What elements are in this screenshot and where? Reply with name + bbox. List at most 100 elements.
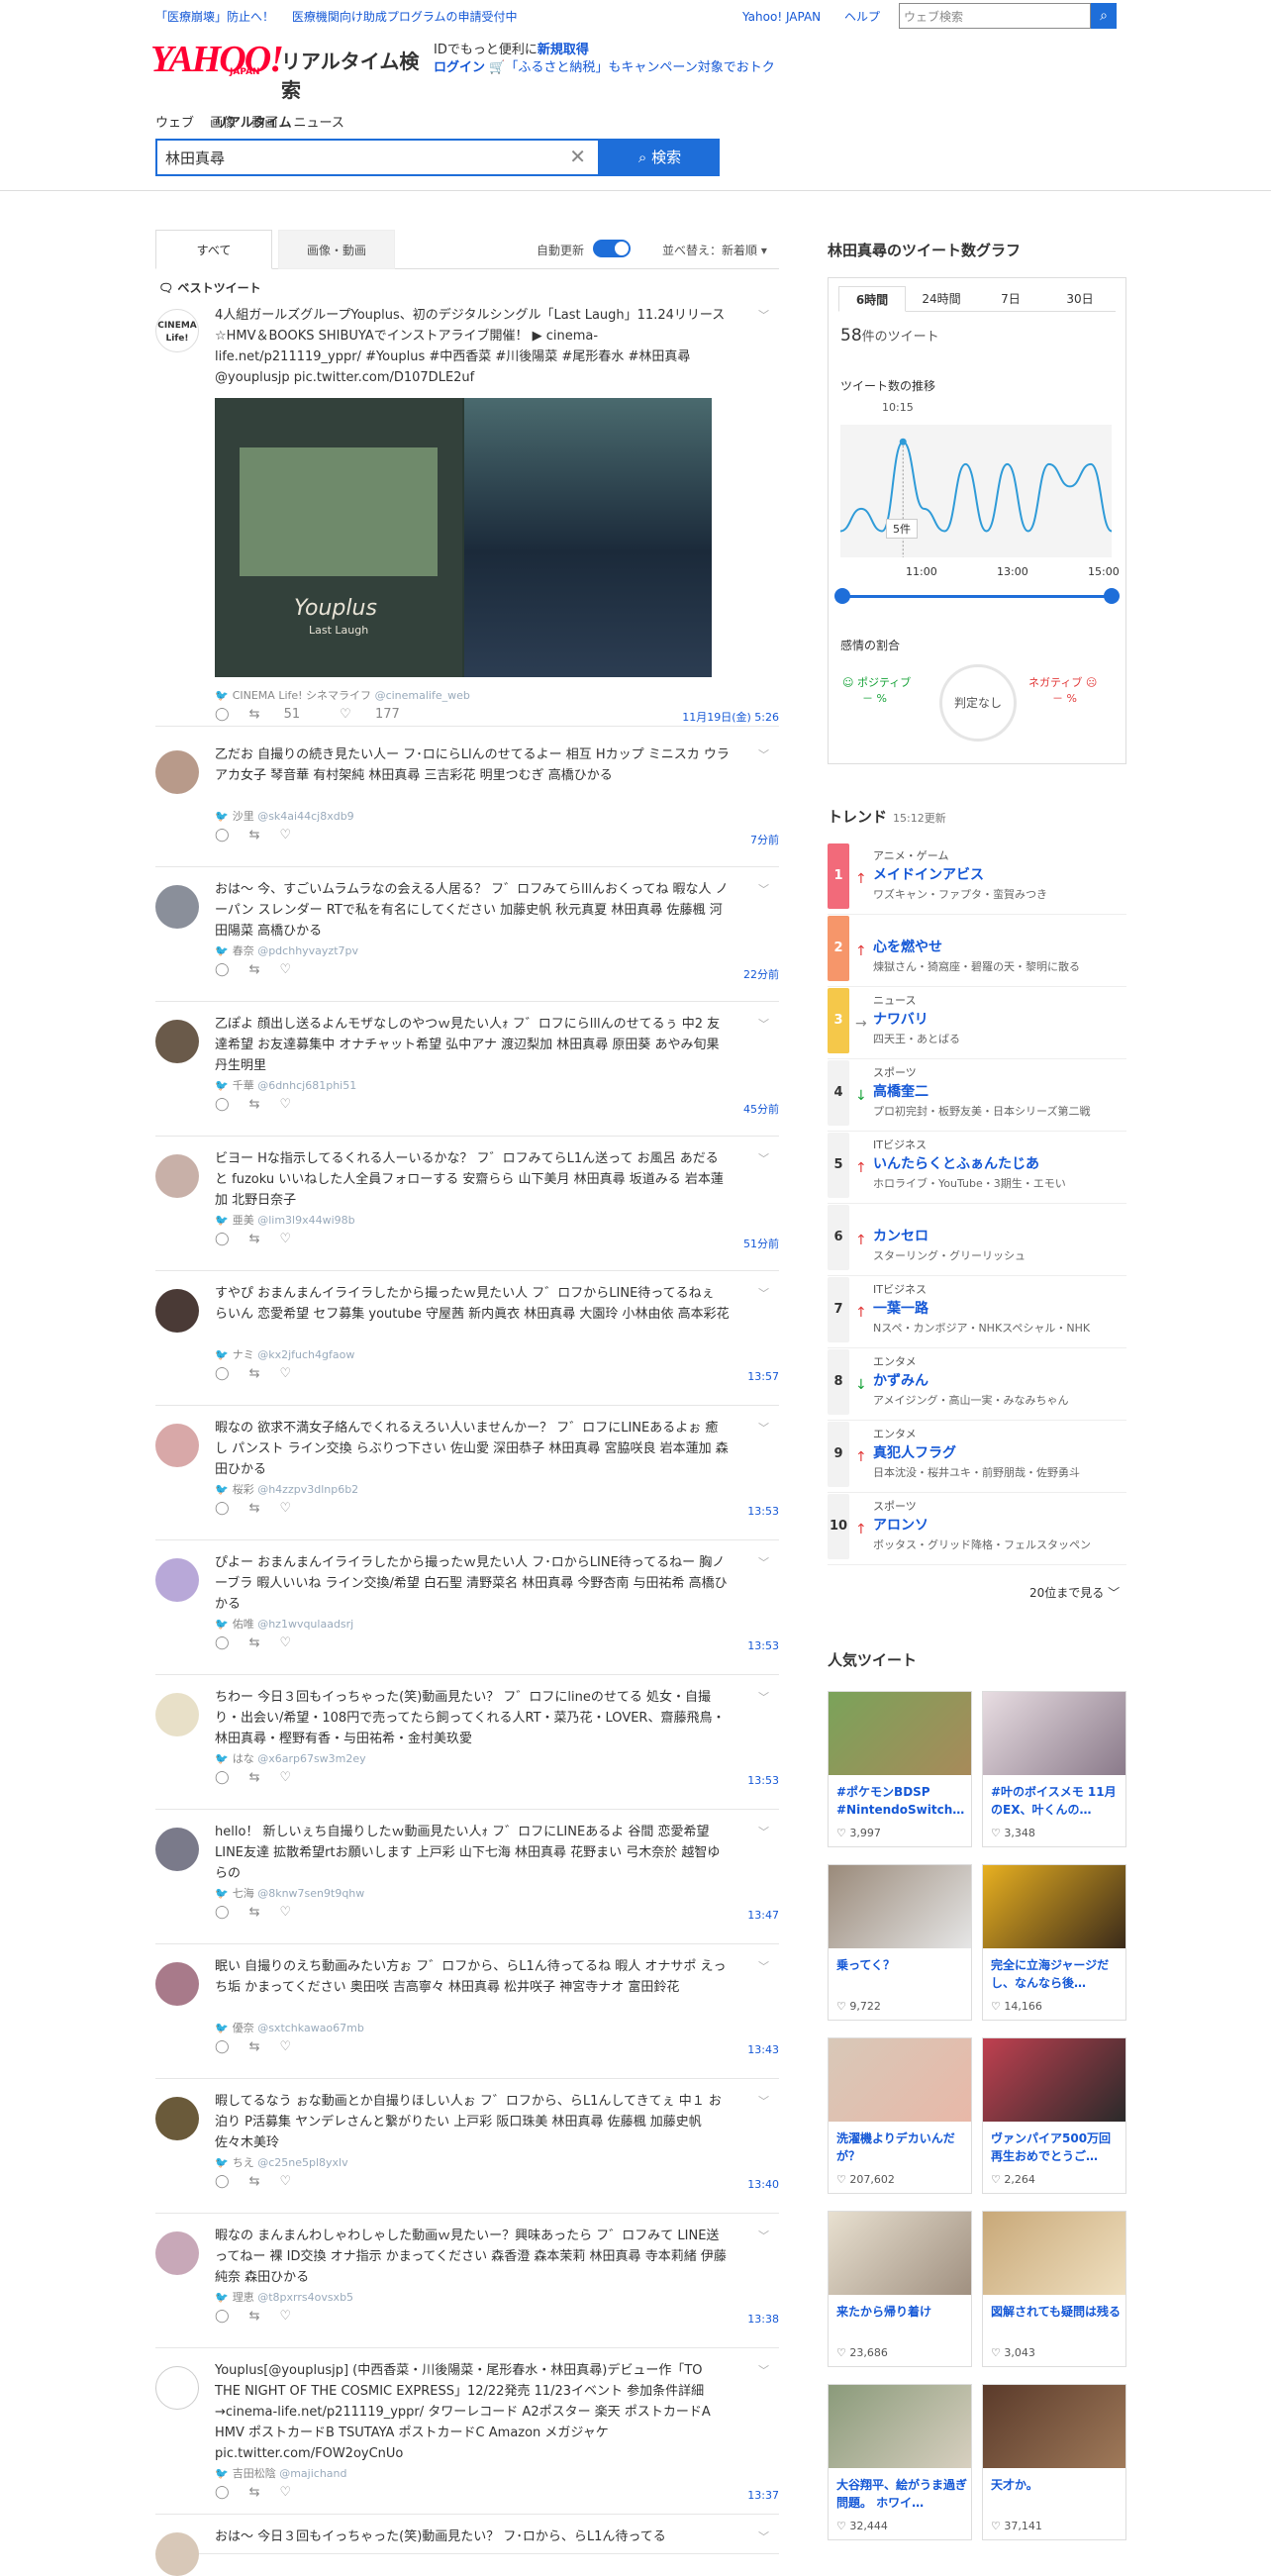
tweet-time[interactable]: 13:38	[747, 2313, 779, 2326]
heart-icon[interactable]: ♡	[279, 1635, 291, 1650]
trend-keyword[interactable]: アロンソ	[873, 1515, 929, 1535]
tab-realtime[interactable]: リアルタイム	[215, 112, 292, 131]
heart-icon[interactable]: ♡	[279, 1232, 291, 1246]
popular-tweet-card[interactable]: 洗濯機よりデカいんだが？ ♡ 207,602	[828, 2037, 972, 2194]
tweet-author[interactable]: 🐦 千華 @6dnhcj681phi51	[215, 1077, 356, 1093]
chevron-down-icon[interactable]: ﹀	[758, 2093, 769, 2109]
graph-tab-30d[interactable]: 30日	[1046, 286, 1114, 312]
reply-icon[interactable]: ◯	[215, 1635, 230, 1650]
trend-keyword[interactable]: いんたらくとふぁんたじあ	[873, 1153, 1039, 1173]
retweet-icon[interactable]: ⇆	[249, 1905, 260, 1920]
popular-tweet-card[interactable]: 図解されても疑問は残る ♡ 3,043	[982, 2211, 1126, 2367]
trend-keyword[interactable]: カンセロ	[873, 1226, 929, 1245]
more-trends-link[interactable]: 20位まで見る ﹀	[1029, 1584, 1120, 1601]
tweet-time[interactable]: 13:53	[747, 1505, 779, 1518]
sort-dropdown[interactable]: 並べ替え：新着順 ▾	[662, 242, 767, 258]
range-handle-end[interactable]	[1104, 588, 1120, 604]
trend-item[interactable]: 1 ↑ アニメ・ゲーム メイドインアビス ワズキャン・ファプタ・蛮賀みつき	[828, 843, 1126, 915]
trend-item[interactable]: 2 ↑ 心を燃やせ 煉獄さん・猗窩座・碧羅の天・黎明に散る	[828, 916, 1126, 987]
avatar[interactable]	[155, 1558, 199, 1602]
avatar[interactable]	[155, 1289, 199, 1333]
signup-link[interactable]: 新規取得	[538, 43, 589, 57]
heart-icon[interactable]: ♡	[279, 828, 291, 842]
chevron-down-icon[interactable]: ﹀	[758, 1016, 769, 1032]
tweet-time[interactable]: 22分前	[743, 966, 779, 982]
retweet-icon[interactable]: ⇆	[249, 1366, 260, 1381]
heart-icon[interactable]: ♡	[279, 1097, 291, 1112]
avatar[interactable]	[155, 1424, 199, 1467]
retweet-icon[interactable]: ⇆	[249, 1635, 260, 1650]
popular-tweet-card[interactable]: 乗ってく？ ♡ 9,722	[828, 1864, 972, 2021]
avatar[interactable]	[155, 1693, 199, 1736]
heart-icon[interactable]: ♡	[279, 2309, 291, 2324]
heart-icon[interactable]: ♡	[279, 2039, 291, 2054]
range-slider[interactable]	[842, 595, 1112, 598]
heart-icon[interactable]: ♡	[279, 962, 291, 977]
trend-keyword[interactable]: かずみん	[873, 1370, 929, 1390]
reply-icon[interactable]: ◯	[215, 1770, 230, 1785]
retweet-icon[interactable]: ⇆	[249, 962, 260, 977]
reply-icon[interactable]: ◯	[215, 1232, 230, 1246]
popular-tweet-card[interactable]: ヴァンパイア500万回再生おめでとうご… ♡ 2,264	[982, 2037, 1126, 2194]
heart-icon[interactable]: ♡	[279, 1366, 291, 1381]
trend-keyword[interactable]: メイドインアビス	[873, 864, 984, 884]
avatar[interactable]	[155, 1154, 199, 1198]
avatar[interactable]	[155, 750, 199, 794]
heart-icon[interactable]: ♡	[279, 2485, 291, 2500]
chevron-down-icon[interactable]: ﹀	[758, 746, 769, 762]
avatar[interactable]	[155, 2231, 199, 2275]
chevron-down-icon[interactable]: ﹀	[758, 1420, 769, 1436]
filter-media-tab[interactable]: 画像・動画	[278, 230, 395, 269]
avatar[interactable]	[155, 1962, 199, 2006]
chevron-down-icon[interactable]: ﹀	[758, 1285, 769, 1301]
tweet-author[interactable]: 🐦 吉田松陰 @majichand	[215, 2465, 347, 2481]
tweet-time[interactable]: 13:43	[747, 2043, 779, 2056]
avatar[interactable]: CINEMA Life!	[155, 309, 199, 352]
tweet-time[interactable]: 13:40	[747, 2178, 779, 2191]
tweet-author[interactable]: 🐦 はな @x6arp67sw3m2ey	[215, 1750, 366, 1766]
tweet-time[interactable]: 13:37	[747, 2489, 779, 2502]
tweet-author[interactable]: 🐦 ナミ @kx2jfuch4gfaow	[215, 1346, 354, 1362]
trend-item[interactable]: 4 ↓ スポーツ 高橋奎二 プロ初完封・板野友美・日本シリーズ第二戦	[828, 1060, 1126, 1132]
tab-news[interactable]: ニュース	[293, 116, 343, 131]
chevron-down-icon[interactable]: ﹀	[758, 881, 769, 897]
reply-icon[interactable]: ◯	[215, 1905, 230, 1920]
search-input[interactable]: 林田真尋 ✕	[155, 139, 600, 176]
tweet-time[interactable]: 51分前	[743, 1236, 779, 1251]
search-button[interactable]: ⌕ 検索	[600, 139, 720, 176]
yahoo-logo[interactable]: YAHOO! JAPAN リアルタイム検索	[150, 38, 428, 102]
tweet-time[interactable]: 7分前	[750, 832, 779, 847]
retweet-icon[interactable]: ⇆	[249, 1097, 260, 1112]
tweet-time[interactable]: 45分前	[743, 1101, 779, 1117]
reply-icon[interactable]: ◯	[215, 828, 230, 842]
retweet-icon[interactable]: ⇆	[249, 2174, 260, 2189]
tweet-author[interactable]: 🐦 七海 @8knw7sen9t9qhw	[215, 1885, 364, 1901]
graph-tab-6h[interactable]: 6時間	[838, 286, 906, 312]
retweet-icon[interactable]: ⇆	[249, 1770, 260, 1785]
popular-tweet-card[interactable]: 天才か。 ♡ 37,141	[982, 2384, 1126, 2540]
graph-tab-7d[interactable]: 7日	[977, 286, 1044, 312]
popular-tweet-card[interactable]: 完全に立海ジャージだし、なんなら後… ♡ 14,166	[982, 1864, 1126, 2021]
retweet-button[interactable]: ⇆ 51	[249, 707, 321, 722]
trend-keyword[interactable]: 高橋奎二	[873, 1081, 929, 1101]
trend-keyword[interactable]: ナワバリ	[873, 1009, 929, 1029]
retweet-icon[interactable]: ⇆	[249, 1501, 260, 1516]
reply-icon[interactable]: ◯	[215, 1366, 230, 1381]
retweet-icon[interactable]: ⇆	[249, 2485, 260, 2500]
tweet-author[interactable]: 🐦 春奈 @pdchhyvayzt7pv	[215, 942, 358, 958]
trend-item[interactable]: 9 ↑ エンタメ 真犯人フラグ 日本沈没・桜井ユキ・前野朋哉・佐野勇斗	[828, 1422, 1126, 1493]
graph-tab-24h[interactable]: 24時間	[908, 286, 975, 312]
tweet-author[interactable]: 🐦 ちえ @c25ne5pl8yxlv	[215, 2154, 348, 2170]
chevron-down-icon[interactable]: ﹀	[758, 2362, 769, 2378]
login-link[interactable]: ログイン	[434, 60, 485, 75]
reply-icon[interactable]: ◯	[215, 2174, 230, 2189]
tweet-time[interactable]: 13:47	[747, 1909, 779, 1922]
reply-icon[interactable]: ◯	[215, 2485, 230, 2500]
tweet-time[interactable]: 13:53	[747, 1639, 779, 1652]
tweet-author[interactable]: 🐦 桜彩 @h4zzpv3dlnp6b2	[215, 1481, 358, 1497]
trend-keyword[interactable]: 一葉一路	[873, 1298, 929, 1318]
tweet-image[interactable]: Youplus Last Laugh	[215, 398, 712, 677]
retweet-icon[interactable]: ⇆	[249, 828, 260, 842]
tweet-line-chart[interactable]	[839, 425, 1113, 557]
heart-icon[interactable]: ♡	[279, 2174, 291, 2189]
